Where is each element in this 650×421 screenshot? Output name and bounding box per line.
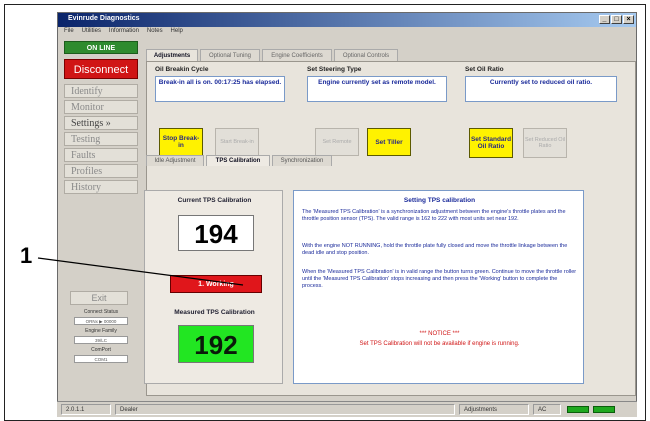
status-version: 2.0.1.1 — [61, 404, 111, 415]
set-remote-button[interactable]: Set Remote — [315, 128, 359, 156]
connect-status-label: Connect Status — [83, 309, 119, 315]
working-button[interactable]: 1. Working — [170, 275, 262, 293]
stop-breakin-button[interactable]: Stop Break-in — [159, 128, 203, 156]
steering-title: Set Steering Type — [307, 66, 362, 73]
tps-values-pane: Current TPS Calibration 194 1. Working M… — [144, 190, 283, 384]
sidebar-item-profiles[interactable]: Profiles — [64, 164, 138, 178]
sidebar-item-history[interactable]: History — [64, 180, 138, 194]
oil-ratio-status: Currently set to reduced oil ratio. — [465, 76, 617, 102]
sidebar-item-settings[interactable]: Settings » — [64, 116, 138, 130]
oil-ratio-title: Set Oil Ratio — [465, 66, 504, 73]
tab-engine-coefficients[interactable]: Engine Coefficients — [262, 49, 332, 61]
sidebar-item-monitor[interactable]: Monitor — [64, 100, 138, 114]
set-standard-oil-ratio-button[interactable]: Set Standard Oil Ratio — [469, 128, 513, 158]
status-bar: 2.0.1.1 Dealer Adjustments AC — [57, 401, 637, 417]
status-led-1 — [567, 406, 589, 413]
status-mode: Dealer — [115, 404, 455, 415]
menu-help[interactable]: Help — [171, 28, 183, 34]
current-tps-value: 194 — [178, 215, 254, 251]
set-tiller-button[interactable]: Set Tiller — [367, 128, 411, 156]
tps-help-pane: Setting TPS calibration The 'Measured TP… — [293, 190, 584, 384]
start-breakin-button[interactable]: Start Break-in — [215, 128, 259, 156]
sidebar-item-identify[interactable]: Identify — [64, 84, 138, 98]
subtab-synchronization[interactable]: Synchronization — [272, 155, 332, 166]
subtab-idle-adjustment[interactable]: Idle Adjustment — [146, 155, 204, 166]
tab-optional-tuning[interactable]: Optional Tuning — [200, 49, 260, 61]
callout-number: 1 — [20, 243, 33, 268]
engine-family-label: Engine Family — [85, 328, 117, 334]
comport-value: COM1 — [74, 355, 128, 363]
current-tps-label: Current TPS Calibration — [177, 197, 252, 204]
measured-tps-value: 192 — [178, 325, 254, 363]
menu-information[interactable]: Information — [109, 28, 139, 34]
steering-status: Engine currently set as remote model. — [307, 76, 447, 102]
help-paragraph-1: The 'Measured TPS Calibration' is a sync… — [302, 209, 566, 222]
help-paragraph-2: With the engine NOT RUNNING, hold the th… — [302, 243, 568, 256]
minimize-button[interactable]: _ — [599, 15, 610, 24]
menu-file[interactable]: File — [64, 28, 74, 34]
set-reduced-oil-ratio-button[interactable]: Set Reduced Oil Ratio — [523, 128, 567, 158]
oil-breakin-title: Oil Breakin Cycle — [155, 66, 209, 73]
sidebar: ON LINE Disconnect Identify Monitor Sett… — [62, 41, 140, 401]
comport-label: ComPort — [91, 347, 111, 353]
disconnect-button[interactable]: Disconnect — [64, 59, 138, 79]
sidebar-item-faults[interactable]: Faults — [64, 148, 138, 162]
measured-tps-label: Measured TPS Calibration — [174, 309, 255, 316]
exit-button[interactable]: Exit — [70, 291, 128, 305]
engine-family-value: 39/LC — [74, 336, 128, 344]
sidebar-item-testing[interactable]: Testing — [64, 132, 138, 146]
connect-status-value: ORNx ▶ 00000 — [74, 317, 128, 325]
title-bar: Evinrude Diagnostics _ □ × — [58, 13, 636, 27]
oil-breakin-status: Break-in all is on. 00:17:25 has elapsed… — [155, 76, 285, 102]
help-paragraph-3: When the 'Measured TPS Calibration' is i… — [302, 269, 577, 289]
menu-bar: File Utilities Information Notes Help — [58, 27, 636, 38]
tab-optional-controls[interactable]: Optional Controls — [334, 49, 398, 61]
status-section: Adjustments — [459, 404, 529, 415]
status-led-2 — [593, 406, 615, 413]
status-power: AC — [533, 404, 561, 415]
help-notice: *** NOTICE *** — [419, 331, 460, 337]
help-title: Setting TPS calibration — [403, 197, 476, 204]
subtab-tps-calibration[interactable]: TPS Calibration — [206, 155, 270, 166]
online-indicator: ON LINE — [64, 41, 138, 54]
help-warning: Set TPS Calibration will not be availabl… — [359, 341, 520, 347]
maximize-button[interactable]: □ — [611, 15, 622, 24]
menu-utilities[interactable]: Utilities — [82, 28, 101, 34]
close-button[interactable]: × — [623, 15, 634, 24]
menu-notes[interactable]: Notes — [147, 28, 163, 34]
window-title: Evinrude Diagnostics — [68, 15, 140, 22]
